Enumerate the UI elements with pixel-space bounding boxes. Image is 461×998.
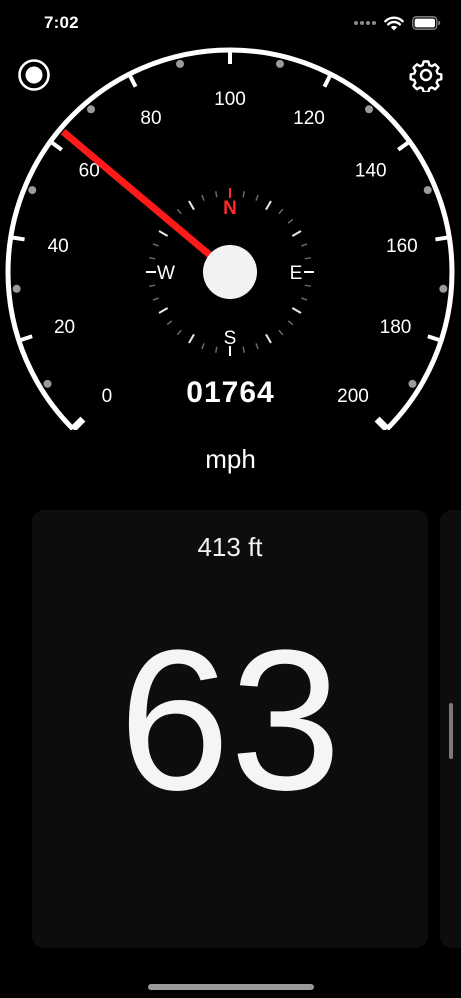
home-indicator[interactable] — [148, 984, 314, 990]
compass-tick — [166, 320, 173, 326]
compass-tick — [287, 218, 294, 224]
compass-north-label: N — [223, 198, 237, 219]
compass-tick — [278, 329, 284, 336]
compass-tick — [188, 333, 195, 344]
compass-tick — [265, 200, 272, 211]
compass-tick — [304, 284, 311, 287]
compass-tick — [301, 243, 308, 247]
compass-tick — [291, 307, 302, 314]
battery-icon — [412, 16, 441, 30]
gauge-major-tick — [322, 73, 333, 88]
compass-tick — [176, 208, 182, 215]
compass-tick — [149, 284, 156, 287]
compass-tick — [158, 307, 169, 314]
compass-tick — [158, 230, 169, 237]
status-time: 7:02 — [44, 13, 79, 32]
gauge-minor-dot — [275, 59, 284, 68]
compass-tick — [215, 346, 218, 353]
gauge-speed-label: 40 — [48, 236, 69, 257]
gauge-minor-dot — [176, 59, 185, 68]
gauge-speed-label: 140 — [355, 161, 387, 182]
gauge-major-tick — [49, 139, 63, 152]
compass-tick — [152, 243, 159, 247]
gauge-minor-dot — [28, 186, 37, 195]
compass-tick — [255, 343, 259, 350]
compass-tick — [265, 333, 272, 344]
compass-tick — [152, 297, 159, 301]
speed-needle — [60, 129, 233, 275]
gauge-minor-dot — [423, 186, 432, 195]
compass-tick — [287, 320, 294, 326]
gauge-major-tick — [374, 416, 390, 430]
compass-tick — [176, 329, 182, 336]
gauge-speed-label: 20 — [54, 317, 75, 338]
compass-tick — [255, 194, 259, 201]
speedometer-gauge: 0 20 40 60 80 100 120 140 160 180 200 N E S W — [0, 40, 461, 430]
compass-tick — [278, 208, 284, 215]
compass-tick — [291, 230, 302, 237]
compass-tick — [201, 343, 205, 350]
compass-tick — [215, 191, 218, 198]
altitude-label: 413 ft — [197, 532, 263, 562]
status-icons — [354, 13, 441, 33]
digital-speed-value: 63 — [118, 609, 342, 832]
compass-south-label: S — [224, 328, 237, 349]
digital-speed-card[interactable]: 413 ft 63 — [32, 510, 428, 948]
gauge-major-tick — [435, 235, 450, 242]
gauge-major-tick — [18, 334, 33, 343]
gauge-minor-dot — [12, 284, 21, 293]
gauge-speed-label: 80 — [140, 108, 161, 129]
gauge-major-tick — [70, 416, 86, 430]
odometer-readout: 01764 — [186, 376, 275, 409]
compass-west-label: W — [157, 263, 175, 284]
gauge-major-tick — [10, 235, 25, 242]
speed-unit-label: mph — [205, 444, 256, 474]
gauge-major-tick — [397, 139, 411, 152]
gauge-major-tick — [427, 334, 442, 343]
compass-tick — [242, 191, 245, 198]
page-scroll-indicator — [449, 703, 453, 759]
compass-east-label: E — [290, 263, 303, 284]
gauge-speed-label: 180 — [380, 317, 412, 338]
compass-tick — [242, 346, 245, 353]
gauge-minor-dot — [439, 284, 448, 293]
gauge-minor-dot — [364, 105, 373, 114]
gauge-speed-label: 160 — [386, 236, 418, 257]
compass-tick — [301, 297, 308, 301]
gauge-dial: 020406080100120140160180200 N E S W — [5, 47, 455, 430]
cellular-signal-icon — [354, 21, 376, 25]
wifi-icon — [384, 16, 404, 31]
compass-tick — [149, 257, 156, 260]
needle-hub — [203, 245, 257, 299]
gauge-speed-label: 100 — [214, 89, 246, 110]
gauge-major-tick — [127, 73, 138, 88]
compass-tick — [188, 200, 195, 211]
compass-tick — [201, 194, 205, 201]
speedometer-screen: 7:02 0 20 40 60 80 100 120 140 160 180 2… — [0, 0, 461, 998]
gauge-minor-dot — [87, 105, 96, 114]
gauge-speed-label: 120 — [293, 108, 325, 129]
compass-tick — [304, 257, 311, 260]
